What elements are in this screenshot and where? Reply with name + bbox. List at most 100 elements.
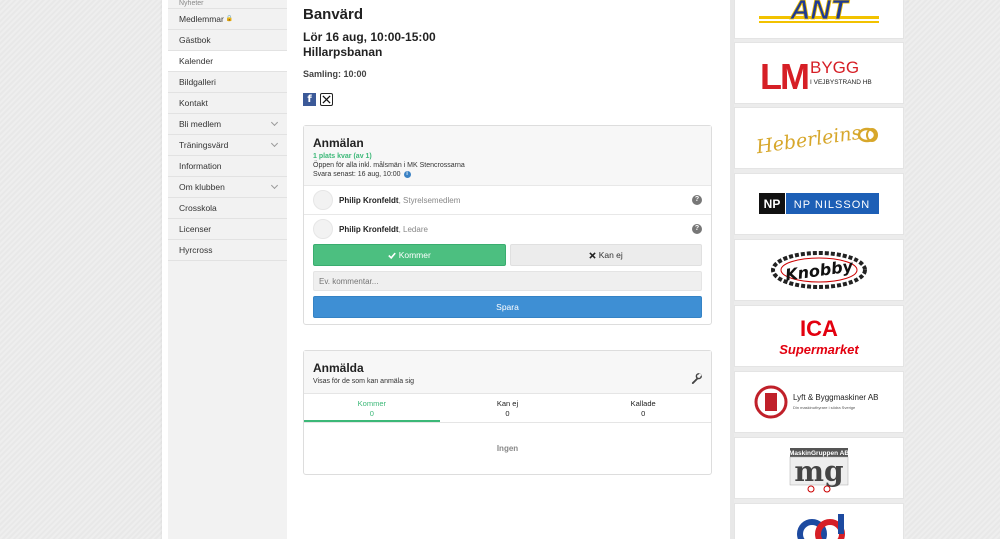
sponsor-np-nilsson[interactable]: NP NP NILSSON — [734, 173, 904, 235]
chevron-down-icon[interactable] — [270, 139, 279, 148]
chevron-down-icon[interactable] — [270, 181, 279, 190]
sidebar-item-träningsvärd[interactable]: Träningsvärd — [168, 135, 287, 156]
sidebar-item-om-klubben[interactable]: Om klubben — [168, 177, 287, 198]
svg-text:LM: LM — [760, 56, 808, 97]
svg-text:Din maskinuthyrare i södra Sve: Din maskinuthyrare i södra Sverige — [793, 405, 856, 410]
svg-text:Heberleins: Heberleins — [754, 122, 863, 159]
np-nilsson-logo: NP NP NILSSON — [759, 193, 879, 214]
question-icon[interactable]: ? — [692, 224, 702, 234]
svg-text:BYGG: BYGG — [810, 58, 859, 77]
avatar — [313, 219, 333, 239]
chevron-down-icon[interactable] — [270, 118, 279, 127]
sidebar-item-crosskola[interactable]: Crosskola — [168, 198, 287, 219]
svg-text:ANT: ANT — [789, 0, 850, 25]
sponsor-knobby[interactable]: Knobby — [734, 239, 904, 301]
event-gathering-time: Samling: 10:00 — [303, 69, 367, 79]
sidebar-item-kontakt[interactable]: Kontakt — [168, 93, 287, 114]
sidebar-item-bli-medlem[interactable]: Bli medlem — [168, 114, 287, 135]
empty-state: Ingen — [304, 422, 711, 474]
close-icon — [589, 251, 596, 259]
sidebar-item-information[interactable]: Information — [168, 156, 287, 177]
sidebar-item-label: Licenser — [179, 224, 212, 234]
sponsor-maskingruppen[interactable]: MaskinGruppen AB mg — [734, 437, 904, 499]
sidebar-item-label: Medlemmar — [179, 14, 224, 24]
tab-count: 0 — [369, 409, 374, 418]
wrench-icon[interactable] — [691, 373, 702, 384]
lm-bygg-logo: LM BYGG I VEJBYSTRAND HB — [760, 56, 872, 97]
registered-tabs: Kommer 0 Kan ej 0 Kallade 0 — [304, 393, 711, 422]
decline-button[interactable]: Kan ej — [509, 244, 702, 266]
sidebar-item-bildgalleri[interactable]: Bildgalleri — [168, 72, 287, 93]
background-right — [905, 0, 1000, 539]
ica-logo: ICA Supermarket — [779, 316, 859, 357]
maskingruppen-logo: MaskinGruppen AB mg — [789, 448, 849, 493]
response-buttons: Kommer Kan ej — [304, 244, 711, 266]
svg-text:mg: mg — [794, 455, 843, 488]
lyft-bygg-logo: Lyft & Byggmaskiner AB Din maskinuthyrar… — [754, 385, 879, 419]
signup-heading: Anmälan — [313, 136, 364, 150]
share-buttons: f — [303, 93, 333, 106]
sidebar-nav: Nyheter Medlemmar 🔒 Gästbok Kalender Bildgall… — [168, 0, 287, 539]
sidebar-item-licenser[interactable]: Licenser — [168, 219, 287, 240]
deadline-text: Svara senast: 16 aug, 10:00 — [313, 171, 401, 178]
sidebar-item-label: Crosskola — [179, 203, 217, 213]
person-list: Philip Kronfeldt, Styrelsemedlem? Philip … — [304, 185, 711, 243]
svg-text:Supermarket: Supermarket — [779, 342, 859, 357]
sponsor-ica[interactable]: ICA Supermarket — [734, 305, 904, 367]
person-name: Philip Kronfeldt — [339, 195, 399, 205]
svg-text:I VEJBYSTRAND HB: I VEJBYSTRAND HB — [810, 79, 872, 86]
event-location: Hillarpsbanan — [303, 45, 383, 59]
sidebar-item-label: Information — [179, 161, 222, 171]
svg-text:Lyft & Byggmaskiner AB: Lyft & Byggmaskiner AB — [793, 393, 879, 402]
background-left — [0, 0, 162, 539]
event-date: Lör 16 aug, 10:00-15:00 — [303, 30, 436, 44]
info-icon[interactable]: i — [403, 171, 411, 178]
open-for-text: Öppen för alla inkl. målsmän i MK Stencr… — [313, 162, 465, 169]
sidebar-item-kalender[interactable]: Kalender — [168, 51, 287, 72]
sidebar-item-label: Gästbok — [179, 35, 211, 45]
sidebar-item-hyrcross[interactable]: Hyrcross — [168, 240, 287, 261]
sidebar-item-label: Hyrcross — [179, 245, 213, 255]
signup-panel: Anmälan 1 plats kvar (av 1) Öppen för al… — [303, 125, 712, 325]
knobby-logo: Knobby — [771, 251, 867, 289]
x-icon[interactable] — [320, 93, 333, 106]
tab-label: Kan ej — [496, 399, 519, 408]
sidebar-item-label: Om klubben — [179, 182, 225, 192]
tab-kallade[interactable]: Kallade 0 — [575, 394, 711, 422]
signup-header: Anmälan 1 plats kvar (av 1) Öppen för al… — [304, 126, 711, 185]
person-name: Philip Kronfeldt — [339, 224, 399, 234]
attend-label: Kommer — [398, 250, 431, 260]
sponsor-heberleins[interactable]: Heberleins — [734, 107, 904, 169]
avatar — [313, 190, 333, 210]
tab-label: Kommer — [357, 399, 386, 408]
sidebar-item-nyheter[interactable]: Nyheter — [168, 0, 287, 9]
sidebar-item-medlemmar[interactable]: Medlemmar 🔒 — [168, 9, 287, 30]
sponsor-lyft-bygg[interactable]: Lyft & Byggmaskiner AB Din maskinuthyrar… — [734, 371, 904, 433]
registered-header: Anmälda Visas för de som kan anmäla sig — [304, 351, 711, 393]
attend-button[interactable]: Kommer — [313, 244, 506, 266]
person-role: Ledare — [403, 224, 428, 234]
tab-count: 0 — [505, 409, 510, 418]
svg-text:NP: NP — [764, 197, 781, 211]
sponsor-partial[interactable] — [734, 503, 904, 539]
comment-input[interactable] — [313, 271, 702, 291]
person-row: Philip Kronfeldt, Ledare? — [304, 214, 711, 243]
heberleins-logo: Heberleins — [754, 122, 878, 159]
tab-kommer[interactable]: Kommer 0 — [304, 394, 440, 422]
sponsor-lm-bygg[interactable]: LM BYGG I VEJBYSTRAND HB — [734, 42, 904, 104]
save-button[interactable]: Spara — [313, 296, 702, 318]
lock-icon: 🔒 — [225, 16, 234, 22]
person-row: Philip Kronfeldt, Styrelsemedlem? — [304, 185, 711, 214]
deadline: Svara senast: 16 aug, 10:00 i — [313, 171, 702, 178]
tab-count: 0 — [641, 409, 646, 418]
tab-kan-ej[interactable]: Kan ej 0 — [440, 394, 576, 422]
partial-logo — [797, 514, 845, 539]
sponsor-ant[interactable]: ANT — [734, 0, 904, 39]
question-icon[interactable]: ? — [692, 195, 702, 205]
check-icon — [387, 252, 396, 259]
facebook-icon[interactable]: f — [303, 93, 316, 106]
sidebar-item-label: Bli medlem — [179, 119, 222, 129]
availability-text: 1 plats kvar (av 1) — [313, 153, 372, 160]
sidebar-item-gästbok[interactable]: Gästbok — [168, 30, 287, 51]
svg-text:NP NILSSON: NP NILSSON — [794, 199, 870, 211]
